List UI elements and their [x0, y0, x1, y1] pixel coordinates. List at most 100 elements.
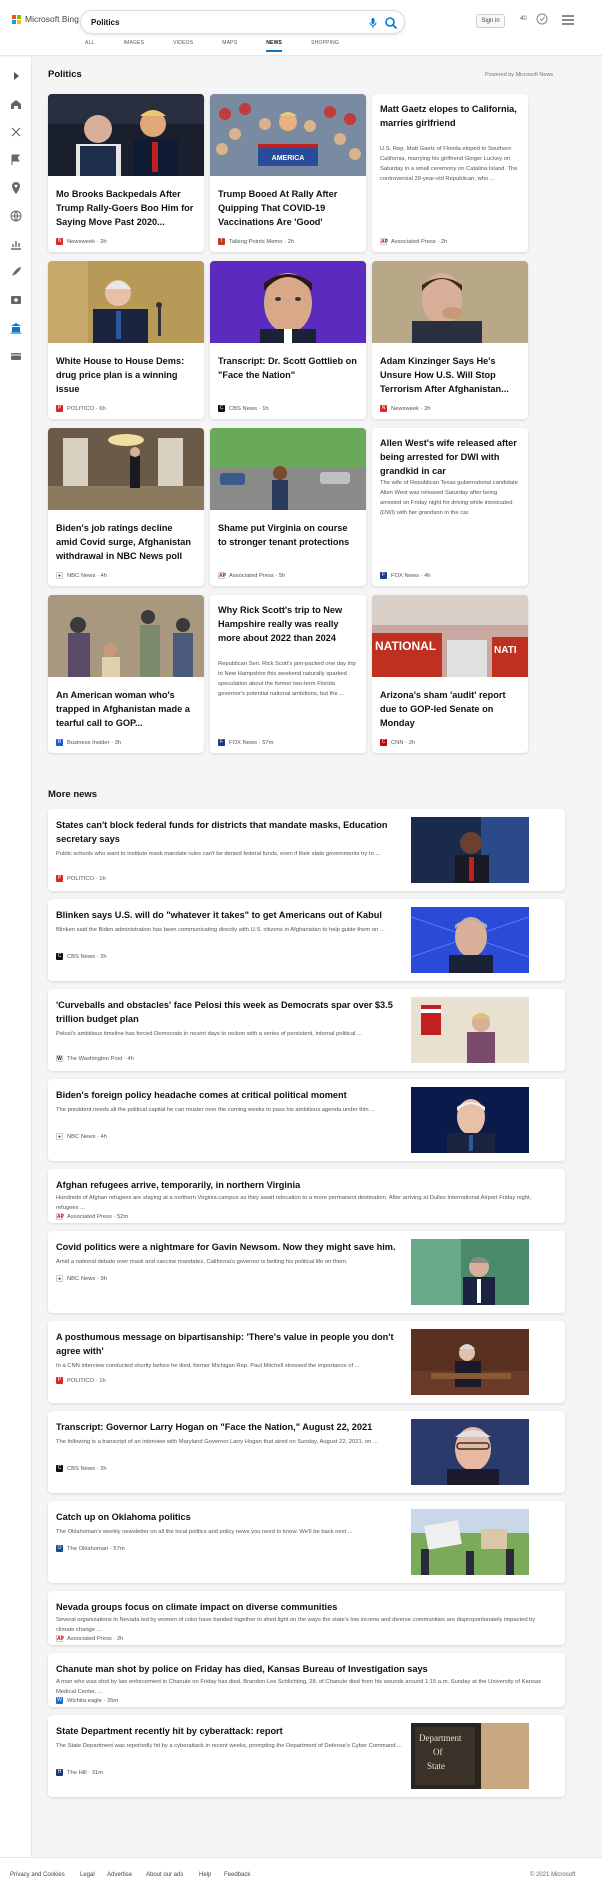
- card-title[interactable]: Matt Gaetz elopes to California, marries…: [380, 102, 520, 130]
- card-thumbnail: NATIONAL NATI: [372, 595, 528, 677]
- hamburger-menu-icon[interactable]: [562, 15, 574, 25]
- news-card[interactable]: NATIONAL NATI Arizona's sham 'audit' rep…: [372, 595, 528, 753]
- item-title[interactable]: A posthumous message on bipartisanship: …: [56, 1330, 406, 1358]
- item-title[interactable]: Chanute man shot by police on Friday has…: [56, 1662, 546, 1676]
- footer-link-feedback[interactable]: Feedback: [224, 1872, 250, 1878]
- item-title[interactable]: Nevada groups focus on climate impact on…: [56, 1600, 546, 1614]
- news-list-item[interactable]: Biden's foreign policy headache comes at…: [48, 1079, 565, 1161]
- tab-maps[interactable]: MAPS: [222, 40, 237, 52]
- card-title[interactable]: Shame put Virginia on course to stronger…: [218, 521, 358, 549]
- footer-link-about-ads[interactable]: About our ads: [146, 1872, 183, 1878]
- section-title: Politics: [48, 69, 82, 80]
- card-title[interactable]: Allen West's wife released after being a…: [380, 436, 520, 478]
- card-title[interactable]: Adam Kinzinger Says He's Unsure How U.S.…: [380, 354, 520, 396]
- card-source: F FOX News · 57m: [218, 739, 274, 746]
- microphone-icon[interactable]: [367, 17, 379, 29]
- search-input[interactable]: [91, 15, 361, 30]
- news-card[interactable]: An American woman who's trapped in Afgha…: [48, 595, 204, 753]
- film-icon[interactable]: [9, 293, 23, 307]
- news-card[interactable]: Shame put Virginia on course to stronger…: [210, 428, 366, 586]
- card-title[interactable]: Trump Booed At Rally After Quipping That…: [218, 187, 358, 229]
- card-title[interactable]: Why Rick Scott's trip to New Hampshire r…: [218, 603, 358, 645]
- item-title[interactable]: State Department recently hit by cyberat…: [56, 1724, 406, 1738]
- item-title[interactable]: Blinken says U.S. will do "whatever it t…: [56, 908, 406, 922]
- rewards-medal-icon[interactable]: [535, 12, 549, 26]
- card-title[interactable]: An American woman who's trapped in Afgha…: [56, 688, 196, 730]
- wichita-eagle-logo-icon: W: [56, 1697, 63, 1704]
- location-pin-icon[interactable]: [9, 181, 23, 195]
- rocket-icon[interactable]: [9, 265, 23, 279]
- footer-link-advertise[interactable]: Advertise: [107, 1872, 132, 1878]
- globe-icon[interactable]: [9, 209, 23, 223]
- card-icon[interactable]: [9, 349, 23, 363]
- news-list-item[interactable]: Chanute man shot by police on Friday has…: [48, 1653, 565, 1707]
- card-source: C CNN · 2h: [380, 739, 416, 746]
- expand-chevron-icon[interactable]: [9, 69, 23, 83]
- chart-icon[interactable]: [9, 237, 23, 251]
- item-title[interactable]: 'Curveballs and obstacles' face Pelosi t…: [56, 998, 406, 1026]
- news-list-item[interactable]: State Department recently hit by cyberat…: [48, 1715, 565, 1797]
- item-title[interactable]: Catch up on Oklahoma politics: [56, 1510, 406, 1524]
- card-source: B Business Insider · 3h: [56, 739, 122, 746]
- svg-text:NATIONAL: NATIONAL: [375, 639, 436, 653]
- politico-logo-icon: P: [56, 1377, 63, 1384]
- sign-in-button[interactable]: Sign in: [476, 14, 505, 28]
- item-title[interactable]: States can't block federal funds for dis…: [56, 818, 406, 846]
- search-box[interactable]: [80, 10, 405, 34]
- news-list-item[interactable]: Nevada groups focus on climate impact on…: [48, 1591, 565, 1645]
- item-title[interactable]: Afghan refugees arrive, temporarily, in …: [56, 1178, 546, 1192]
- card-title[interactable]: White House to House Dems: drug price pl…: [56, 354, 196, 396]
- news-card[interactable]: Transcript: Dr. Scott Gottlieb on "Face …: [210, 261, 366, 419]
- tab-all[interactable]: ALL: [85, 40, 95, 52]
- news-card[interactable]: Matt Gaetz elopes to California, marries…: [372, 94, 528, 252]
- item-title[interactable]: Biden's foreign policy headache comes at…: [56, 1088, 406, 1102]
- news-list-item[interactable]: A posthumous message on bipartisanship: …: [48, 1321, 565, 1403]
- item-snippet: The Oklahoman's weekly newsletter on all…: [56, 1529, 353, 1535]
- rewards-points[interactable]: 40: [520, 16, 527, 22]
- news-card[interactable]: Allen West's wife released after being a…: [372, 428, 528, 586]
- card-snippet: U.S. Rep. Matt Gaetz of Florida eloped t…: [380, 146, 518, 182]
- home-icon[interactable]: [9, 97, 23, 111]
- footer-link-legal[interactable]: Legal: [80, 1872, 95, 1878]
- news-card[interactable]: Adam Kinzinger Says He's Unsure How U.S.…: [372, 261, 528, 419]
- item-source: H The Hill · 31m: [56, 1769, 104, 1776]
- politics-building-icon[interactable]: [9, 321, 23, 335]
- tab-videos[interactable]: VIDEOS: [173, 40, 193, 52]
- news-card[interactable]: Mo Brooks Backpedals After Trump Rally-G…: [48, 94, 204, 252]
- bing-logo[interactable]: Microsoft Bing: [12, 14, 79, 24]
- footer-link-privacy[interactable]: Privacy and Cookies: [10, 1872, 65, 1878]
- news-list-item[interactable]: Covid politics were a nightmare for Gavi…: [48, 1231, 565, 1313]
- tab-shopping[interactable]: SHOPPING: [311, 40, 339, 52]
- news-list-item[interactable]: 'Curveballs and obstacles' face Pelosi t…: [48, 989, 565, 1071]
- news-list-item[interactable]: Catch up on Oklahoma politics The Oklaho…: [48, 1501, 565, 1583]
- tab-news[interactable]: NEWS: [266, 40, 283, 52]
- news-card[interactable]: Why Rick Scott's trip to New Hampshire r…: [210, 595, 366, 753]
- item-snippet: The following is a transcript of an inte…: [56, 1439, 378, 1445]
- item-title[interactable]: Transcript: Governor Larry Hogan on "Fac…: [56, 1420, 406, 1434]
- tab-images[interactable]: IMAGES: [124, 40, 145, 52]
- card-title[interactable]: Transcript: Dr. Scott Gottlieb on "Face …: [218, 354, 358, 382]
- ap-logo-icon: AP: [56, 1213, 64, 1220]
- category-sidebar: [0, 57, 32, 1857]
- news-list-item[interactable]: Transcript: Governor Larry Hogan on "Fac…: [48, 1411, 565, 1493]
- scissors-icon[interactable]: [9, 125, 23, 139]
- news-card[interactable]: AMERICA Trump Booed At Rally After Quipp…: [210, 94, 366, 252]
- news-list-item[interactable]: Blinken says U.S. will do "whatever it t…: [48, 899, 565, 981]
- item-thumbnail: [411, 1329, 529, 1395]
- card-title[interactable]: Mo Brooks Backpedals After Trump Rally-G…: [56, 187, 196, 229]
- news-list-item[interactable]: Afghan refugees arrive, temporarily, in …: [48, 1169, 565, 1223]
- footer-link-help[interactable]: Help: [199, 1872, 211, 1878]
- item-thumbnail: [411, 1419, 529, 1485]
- news-card[interactable]: White House to House Dems: drug price pl…: [48, 261, 204, 419]
- card-title[interactable]: Arizona's sham 'audit' report due to GOP…: [380, 688, 520, 730]
- powered-by-label: Powered by Microsoft News: [485, 72, 554, 78]
- image-text-line: Of: [433, 1747, 443, 1757]
- news-card[interactable]: Biden's job ratings decline amid Covid s…: [48, 428, 204, 586]
- ap-logo-icon: AP: [218, 572, 226, 579]
- news-list-item[interactable]: States can't block federal funds for dis…: [48, 809, 565, 891]
- item-title[interactable]: Covid politics were a nightmare for Gavi…: [56, 1240, 406, 1254]
- search-icon[interactable]: [384, 16, 398, 30]
- item-source: ● NBC News · 4h: [56, 1133, 107, 1140]
- flag-icon[interactable]: [9, 153, 23, 167]
- card-title[interactable]: Biden's job ratings decline amid Covid s…: [56, 521, 196, 563]
